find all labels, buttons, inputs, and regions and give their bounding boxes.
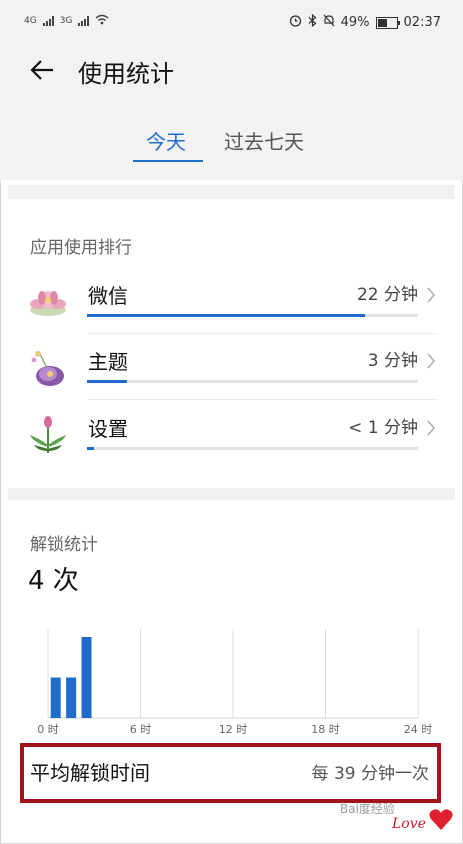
app-usage-time: 3 分钟 bbox=[367, 351, 418, 371]
tab-today[interactable]: 今天 bbox=[146, 126, 186, 155]
chevron-right-icon bbox=[426, 419, 436, 437]
unlock-bar-chart: 0 时 6 时 12 时 18 时 24 时 bbox=[38, 629, 433, 736]
clock: 02:37 bbox=[403, 15, 441, 30]
app-usage-time: 22 分钟 bbox=[356, 285, 418, 305]
app-usage-time: < 1 分钟 bbox=[348, 418, 418, 438]
watermark-text: Bai度经验 bbox=[340, 802, 395, 816]
chart-bar bbox=[81, 637, 92, 718]
signal-icon bbox=[42, 16, 54, 26]
row-separator bbox=[88, 399, 438, 400]
row-separator bbox=[88, 333, 438, 334]
average-unlock-label: 平均解锁时间 bbox=[30, 761, 150, 785]
app-row-settings[interactable]: 设置 < 1 分钟 bbox=[26, 405, 438, 467]
usage-bar-fill bbox=[87, 314, 366, 317]
network-4g-label: 4G bbox=[24, 16, 37, 26]
usage-bar-track bbox=[87, 380, 418, 383]
signal-icon-2 bbox=[78, 16, 90, 26]
section-divider bbox=[8, 488, 455, 500]
pink-flower-icon bbox=[26, 280, 70, 324]
active-tab-indicator bbox=[133, 160, 203, 162]
app-name: 主题 bbox=[88, 350, 128, 374]
app-row-theme[interactable]: 主题 3 分钟 bbox=[26, 338, 438, 400]
back-arrow-icon[interactable] bbox=[28, 56, 56, 84]
app-name: 微信 bbox=[88, 284, 128, 308]
chart-bar bbox=[50, 677, 61, 718]
usage-bar-track bbox=[87, 314, 418, 317]
chart-bar bbox=[66, 677, 77, 718]
average-unlock-value: 每 39 分钟一次 bbox=[311, 764, 429, 784]
heart-icon bbox=[428, 808, 454, 832]
section-divider bbox=[8, 185, 455, 199]
page-title: 使用统计 bbox=[78, 60, 174, 88]
chart-x-tick-label: 24 时 bbox=[404, 723, 433, 736]
unlock-title: 解锁统计 bbox=[30, 535, 98, 555]
chart-x-tick-label: 0 时 bbox=[38, 723, 59, 736]
usage-bar-fill bbox=[87, 380, 127, 383]
green-plant-icon bbox=[26, 413, 70, 457]
chart-x-tick-label: 6 时 bbox=[130, 723, 152, 736]
app-name: 设置 bbox=[88, 417, 128, 441]
app-ranking-title: 应用使用排行 bbox=[30, 238, 132, 258]
unlock-count: 4 次 bbox=[28, 566, 79, 596]
chevron-right-icon bbox=[426, 352, 436, 370]
battery-icon bbox=[375, 16, 400, 29]
usage-bar-track bbox=[87, 447, 418, 450]
app-row-wechat[interactable]: 微信 22 分钟 bbox=[26, 272, 438, 334]
usage-bar-fill bbox=[87, 447, 94, 450]
status-bar: 4G 3G 49% 02:37 bbox=[0, 0, 463, 46]
wifi-icon bbox=[95, 14, 109, 28]
chart-x-tick-label: 12 时 bbox=[219, 723, 248, 736]
alarm-icon bbox=[289, 14, 302, 31]
battery-percent: 49% bbox=[340, 15, 370, 30]
chevron-right-icon bbox=[426, 286, 436, 304]
watermark-love: Love bbox=[392, 816, 426, 832]
purple-flower-icon bbox=[26, 346, 70, 390]
header: 使用统计 今天 过去七天 bbox=[0, 46, 463, 180]
network-3g-label: 3G bbox=[59, 16, 73, 26]
bluetooth-icon bbox=[308, 13, 317, 31]
chart-x-tick-label: 18 时 bbox=[311, 723, 340, 736]
tab-past-seven-days[interactable]: 过去七天 bbox=[224, 126, 304, 155]
mute-icon bbox=[323, 14, 335, 31]
average-unlock-box: 平均解锁时间 每 39 分钟一次 bbox=[20, 743, 441, 803]
